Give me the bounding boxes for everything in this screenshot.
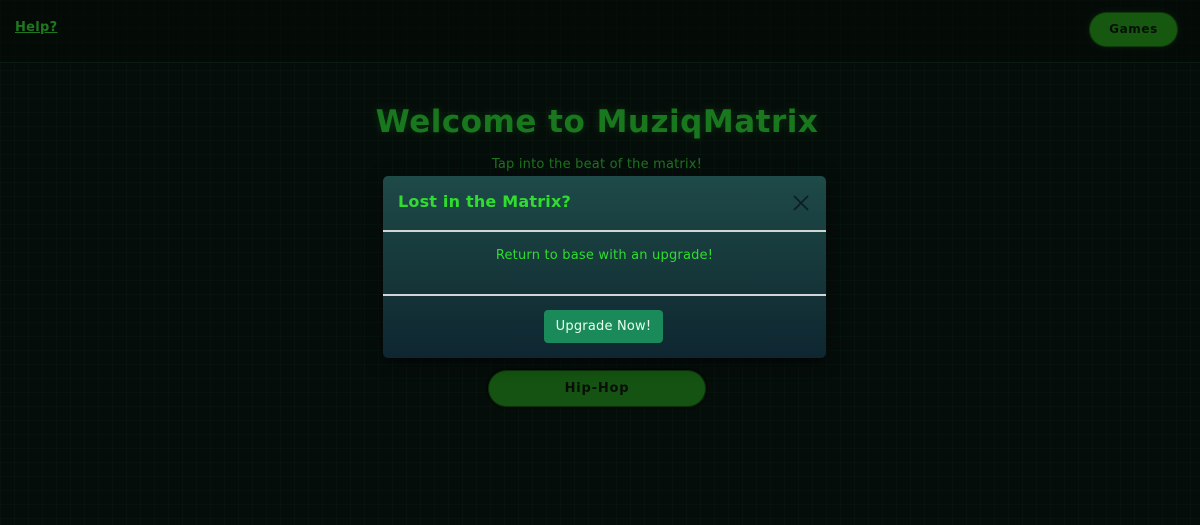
- upgrade-now-button[interactable]: Upgrade Now!: [544, 310, 663, 343]
- modal-footer: Upgrade Now!: [383, 296, 826, 358]
- close-icon[interactable]: [791, 193, 811, 213]
- modal-body: Return to base with an upgrade!: [383, 232, 826, 296]
- page: Help? Games Welcome to MuziqMatrix Tap i…: [0, 0, 1200, 525]
- modal-message: Return to base with an upgrade!: [495, 248, 714, 263]
- modal-header: Lost in the Matrix?: [383, 176, 826, 232]
- modal-title: Lost in the Matrix?: [398, 192, 571, 211]
- upgrade-modal: Lost in the Matrix? Return to base with …: [383, 176, 826, 358]
